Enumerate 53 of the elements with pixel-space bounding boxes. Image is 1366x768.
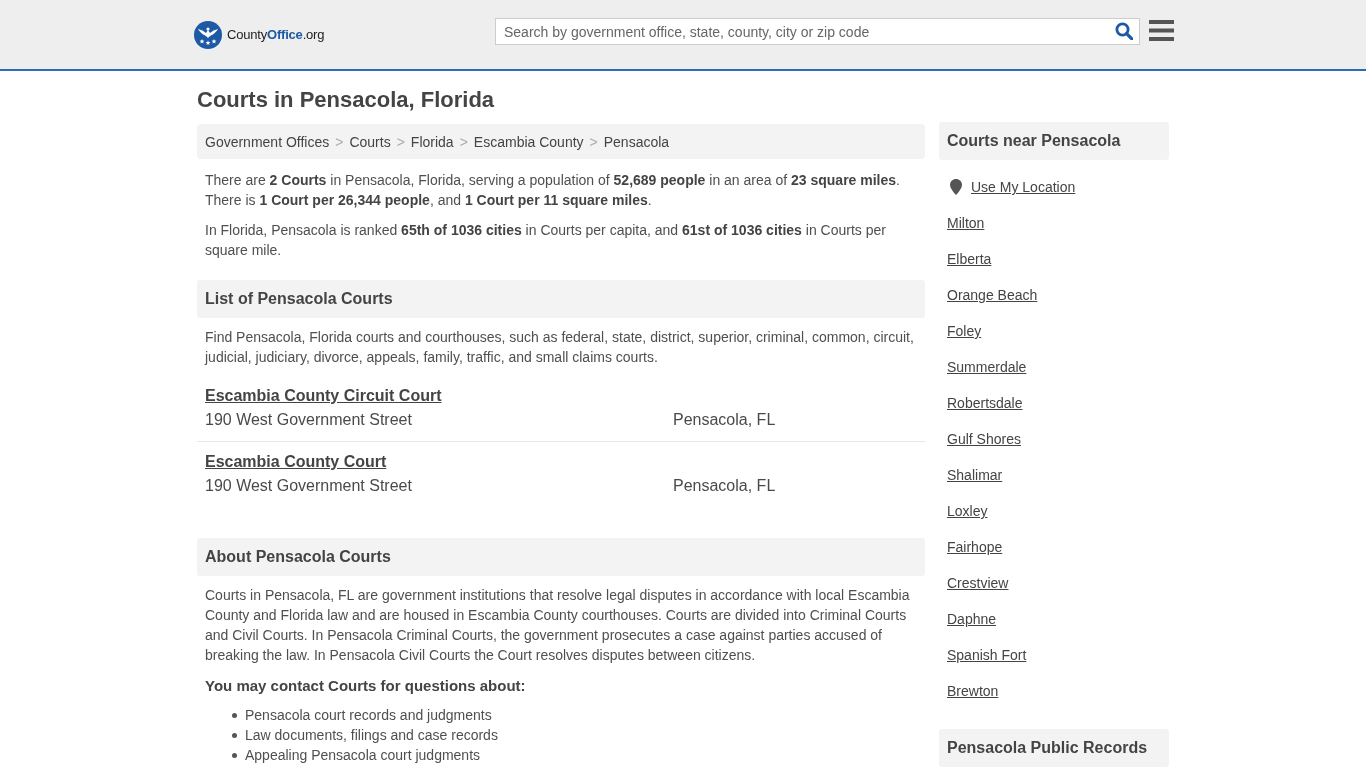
sidebar-heading: Courts near Pensacola [939, 122, 1169, 160]
city-link[interactable]: Orange Beach [947, 285, 1038, 305]
city-link[interactable]: Spanish Fort [947, 645, 1027, 665]
city-link[interactable]: Brewton [947, 681, 999, 701]
section-heading: About Pensacola Courts [197, 538, 925, 576]
search-field[interactable]: Search by government office, state, county, city or zip code [495, 18, 1140, 45]
about-text: Courts in Pensacola, FL are government institutions that resolve legal disputes in accordance with local Escambia County and Florida law and are housed in Escambia County courthouses. Courts are divided into Criminal Courts and Civil Courts. In Pensacola Criminal Courts, the government prosecutes a case against parties accused of breaking the law. In Pensacola Civil Courts the Court resolves disputes between citizens. [204, 586, 911, 665]
court-link[interactable]: Escambia County Circuit Court [205, 384, 442, 408]
city-link[interactable]: Milton [947, 213, 985, 233]
section-heading: List of Pensacola Courts [197, 280, 925, 318]
breadcrumb-separator: > [335, 133, 344, 150]
city-link[interactable]: Loxley [947, 501, 988, 521]
city-link[interactable]: Gulf Shores [947, 429, 1021, 449]
breadcrumb-link[interactable]: Florida [410, 133, 454, 150]
breadcrumb-separator: > [459, 133, 468, 150]
bullet-icon [232, 752, 237, 758]
breadcrumb-separator: > [396, 133, 405, 150]
city-link[interactable]: Elberta [947, 249, 992, 269]
search-icon [1115, 22, 1133, 40]
list-item-text: Pensacola court records and judgments [245, 706, 492, 725]
bullet-icon [232, 712, 237, 718]
search-button[interactable] [1115, 22, 1133, 40]
court-link[interactable]: Escambia County Court [205, 450, 387, 474]
court-address: 190 West Government Street [205, 410, 413, 430]
map-pin-icon [950, 179, 962, 195]
summary-text: There are 2 Courts in Pensacola, Florida, serving a population of 52,689 people in an area of 23 square miles. There is 1 Court per 26,344 people, and 1 Court per 11 square miles. [204, 171, 901, 210]
location-link[interactable]: Use My Location [971, 177, 1076, 197]
court-city: Pensacola, FL [673, 476, 776, 496]
city-link[interactable]: Daphne [947, 609, 997, 629]
menu-icon[interactable] [1149, 20, 1174, 41]
court-city: Pensacola, FL [673, 410, 776, 430]
city-link[interactable]: Summerdale [947, 357, 1027, 377]
sidebar-heading: Pensacola Public Records [939, 729, 1169, 767]
breadcrumb-link[interactable]: Escambia County [473, 133, 584, 150]
page-title: Courts in Pensacola, Florida [197, 86, 496, 114]
intro-text: Find Pensacola, Florida courts and courthouses, such as federal, state, district, superior, criminal, common, circuit, judicial, judiciary, divorce, appeals, family, traffic, and small claims courts. [203, 328, 915, 367]
city-link[interactable]: Crestview [947, 573, 1009, 593]
subheading: You may contact Courts for questions about: [204, 676, 527, 696]
breadcrumb-separator: > [589, 133, 598, 150]
city-link[interactable]: Foley [947, 321, 982, 341]
city-link[interactable]: Shalimar [947, 465, 1003, 485]
logo-text[interactable]: CountyOffice.org [227, 27, 325, 42]
breadcrumb-link[interactable]: Courts [349, 133, 391, 150]
court-address: 190 West Government Street [205, 476, 413, 496]
breadcrumb-link[interactable]: Pensacola [603, 133, 670, 150]
logo-icon[interactable] [194, 20, 222, 49]
bullet-icon [232, 732, 237, 738]
breadcrumb-link[interactable]: Government Offices [205, 133, 330, 150]
list-item-text: Law documents, filings and case records [245, 726, 498, 745]
list-item-text: Appealing Pensacola court judgments [245, 746, 481, 765]
summary-text: In Florida, Pensacola is ranked 65th of 1036 cities in Courts per capita, and 61st of 1036 cities in Courts per square mile. [204, 221, 887, 260]
city-link[interactable]: Fairhope [947, 537, 1003, 557]
city-link[interactable]: Robertsdale [947, 393, 1023, 413]
